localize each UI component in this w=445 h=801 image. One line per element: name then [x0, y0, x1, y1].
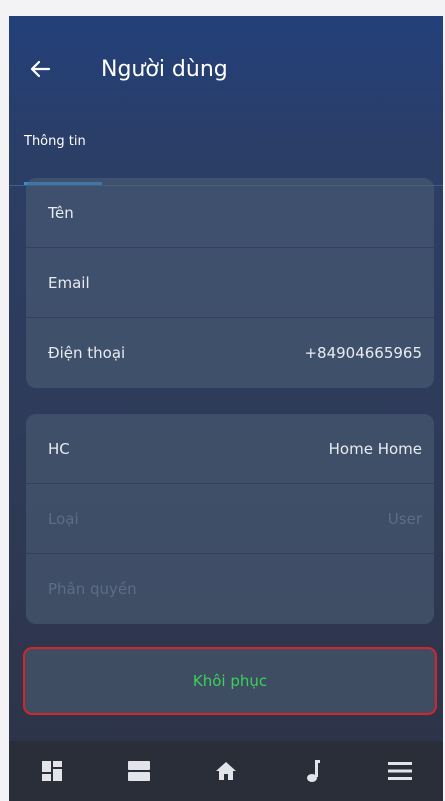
page-title: Người dùng — [101, 57, 228, 82]
nav-dashboard[interactable] — [32, 751, 72, 791]
type-label: Loại — [48, 509, 79, 528]
email-label: Email — [48, 273, 90, 292]
dashboard-icon — [42, 761, 63, 781]
type-row: Loại User — [26, 484, 434, 554]
nav-home[interactable] — [206, 751, 246, 791]
email-row[interactable]: Email — [26, 248, 434, 318]
permission-label: Phân quyền — [48, 580, 137, 598]
header: Người dùng Thông tin — [9, 16, 443, 188]
app-frame: Người dùng Thông tin Tên Email Điện thoạ… — [9, 16, 443, 801]
info-group: Tên Email Điện thoại +84904665965 — [26, 178, 434, 388]
phone-value: +84904665965 — [304, 344, 422, 362]
restore-button[interactable]: Khôi phục — [23, 647, 437, 715]
home-label: HC — [48, 439, 70, 458]
restore-label: Khôi phục — [192, 672, 268, 690]
arrow-left-icon — [30, 60, 51, 78]
phone-row[interactable]: Điện thoại +84904665965 — [26, 318, 434, 388]
nav-menu[interactable] — [380, 751, 420, 791]
back-button[interactable] — [25, 54, 55, 84]
home-icon — [215, 762, 236, 780]
name-label: Tên — [48, 203, 74, 222]
home-row[interactable]: HC Home Home — [26, 414, 434, 484]
home-value: Home Home — [328, 439, 422, 458]
type-value: User — [387, 509, 422, 528]
music-icon — [306, 760, 320, 782]
list-icon — [128, 761, 151, 781]
bottom-nav — [9, 741, 443, 801]
tab-info[interactable]: Thông tin — [24, 134, 86, 149]
permission-row: Phân quyền — [26, 554, 434, 624]
nav-list[interactable] — [119, 751, 159, 791]
home-group: HC Home Home Loại User Phân quyền — [26, 414, 434, 624]
nav-music[interactable] — [293, 751, 333, 791]
name-row[interactable]: Tên — [26, 178, 434, 248]
menu-icon — [387, 762, 412, 780]
phone-label: Điện thoại — [48, 344, 126, 362]
